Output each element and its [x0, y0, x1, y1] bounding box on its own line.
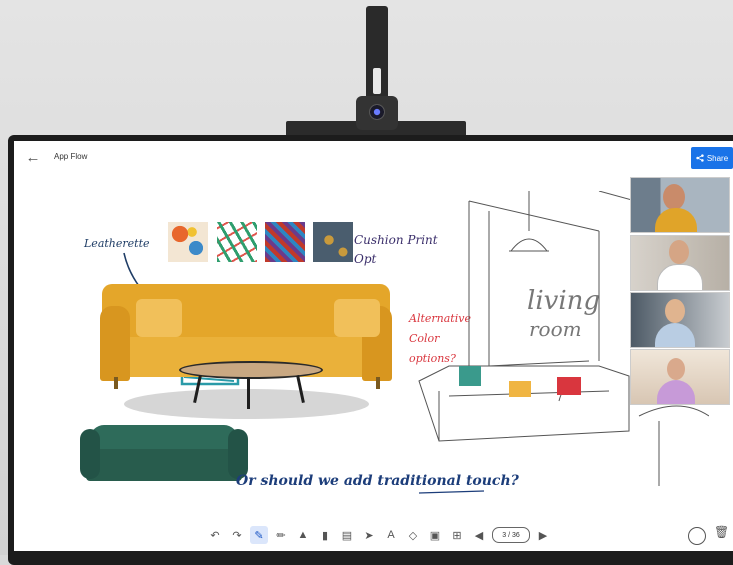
- whiteboard-screen: ← App Flow Share Leatherette Cushion Pri…: [14, 141, 733, 551]
- participant-avatar-body: [657, 264, 703, 290]
- yellow-sofa-arm-left: [100, 306, 130, 381]
- participant-video-2[interactable]: [630, 235, 730, 291]
- add-icon[interactable]: ⊞: [448, 526, 466, 544]
- pillow-teal: [459, 366, 481, 386]
- eraser-icon[interactable]: ▮: [316, 526, 334, 544]
- shapes-icon[interactable]: ◇: [404, 526, 422, 544]
- prev-page-icon[interactable]: ◀: [470, 526, 488, 544]
- pillow-red: [557, 377, 581, 395]
- participant-avatar: [669, 240, 689, 264]
- participant-avatar-body: [655, 208, 697, 232]
- sketch-sign-line1: living: [527, 286, 600, 316]
- page-indicator[interactable]: 3 / 36: [492, 527, 530, 543]
- trash-icon[interactable]: 🗑: [714, 525, 729, 539]
- circle-icon[interactable]: [688, 527, 706, 545]
- participant-avatar-body: [657, 380, 695, 404]
- sofa-cushion-left: [136, 299, 182, 337]
- green-sofa-seat: [86, 449, 242, 481]
- participant-video-3[interactable]: [630, 292, 730, 348]
- participant-avatar: [663, 184, 685, 210]
- participant-avatar: [667, 358, 685, 380]
- sofa-cushion-right: [334, 299, 380, 337]
- text-icon[interactable]: A: [382, 526, 400, 544]
- green-sofa-arm-right: [228, 429, 248, 479]
- undo-icon[interactable]: ↶: [206, 526, 224, 544]
- bottom-toolbar: ↶ ↷ ✎ ✏ ▲ ▮ ▤ ➤ A ◇ ▣ ⊞ ◀ 3 / 36 ▶: [206, 524, 552, 546]
- redo-icon[interactable]: ↷: [228, 526, 246, 544]
- participant-avatar: [665, 299, 685, 323]
- image-icon[interactable]: ▣: [426, 526, 444, 544]
- question-underline: [418, 490, 485, 494]
- pen-icon[interactable]: ✎: [250, 526, 268, 544]
- camera-slot: [373, 68, 381, 94]
- next-page-icon[interactable]: ▶: [534, 526, 552, 544]
- participant-avatar-body: [655, 323, 695, 347]
- marker-icon[interactable]: ✏: [272, 526, 290, 544]
- pointer-icon[interactable]: ➤: [360, 526, 378, 544]
- sketch-sign-line2: room: [529, 317, 582, 341]
- participant-video-4[interactable]: [630, 349, 730, 405]
- green-sofa-arm-left: [80, 429, 100, 479]
- pillow-yellow: [509, 381, 531, 397]
- sofa-leg: [376, 377, 380, 389]
- camera-lens-icon: [369, 104, 385, 120]
- participant-video-1[interactable]: [630, 177, 730, 233]
- sofa-leg: [114, 377, 118, 389]
- highlighter-icon[interactable]: ▲: [294, 526, 312, 544]
- table-leg: [247, 377, 250, 409]
- ruler-icon[interactable]: ▤: [338, 526, 356, 544]
